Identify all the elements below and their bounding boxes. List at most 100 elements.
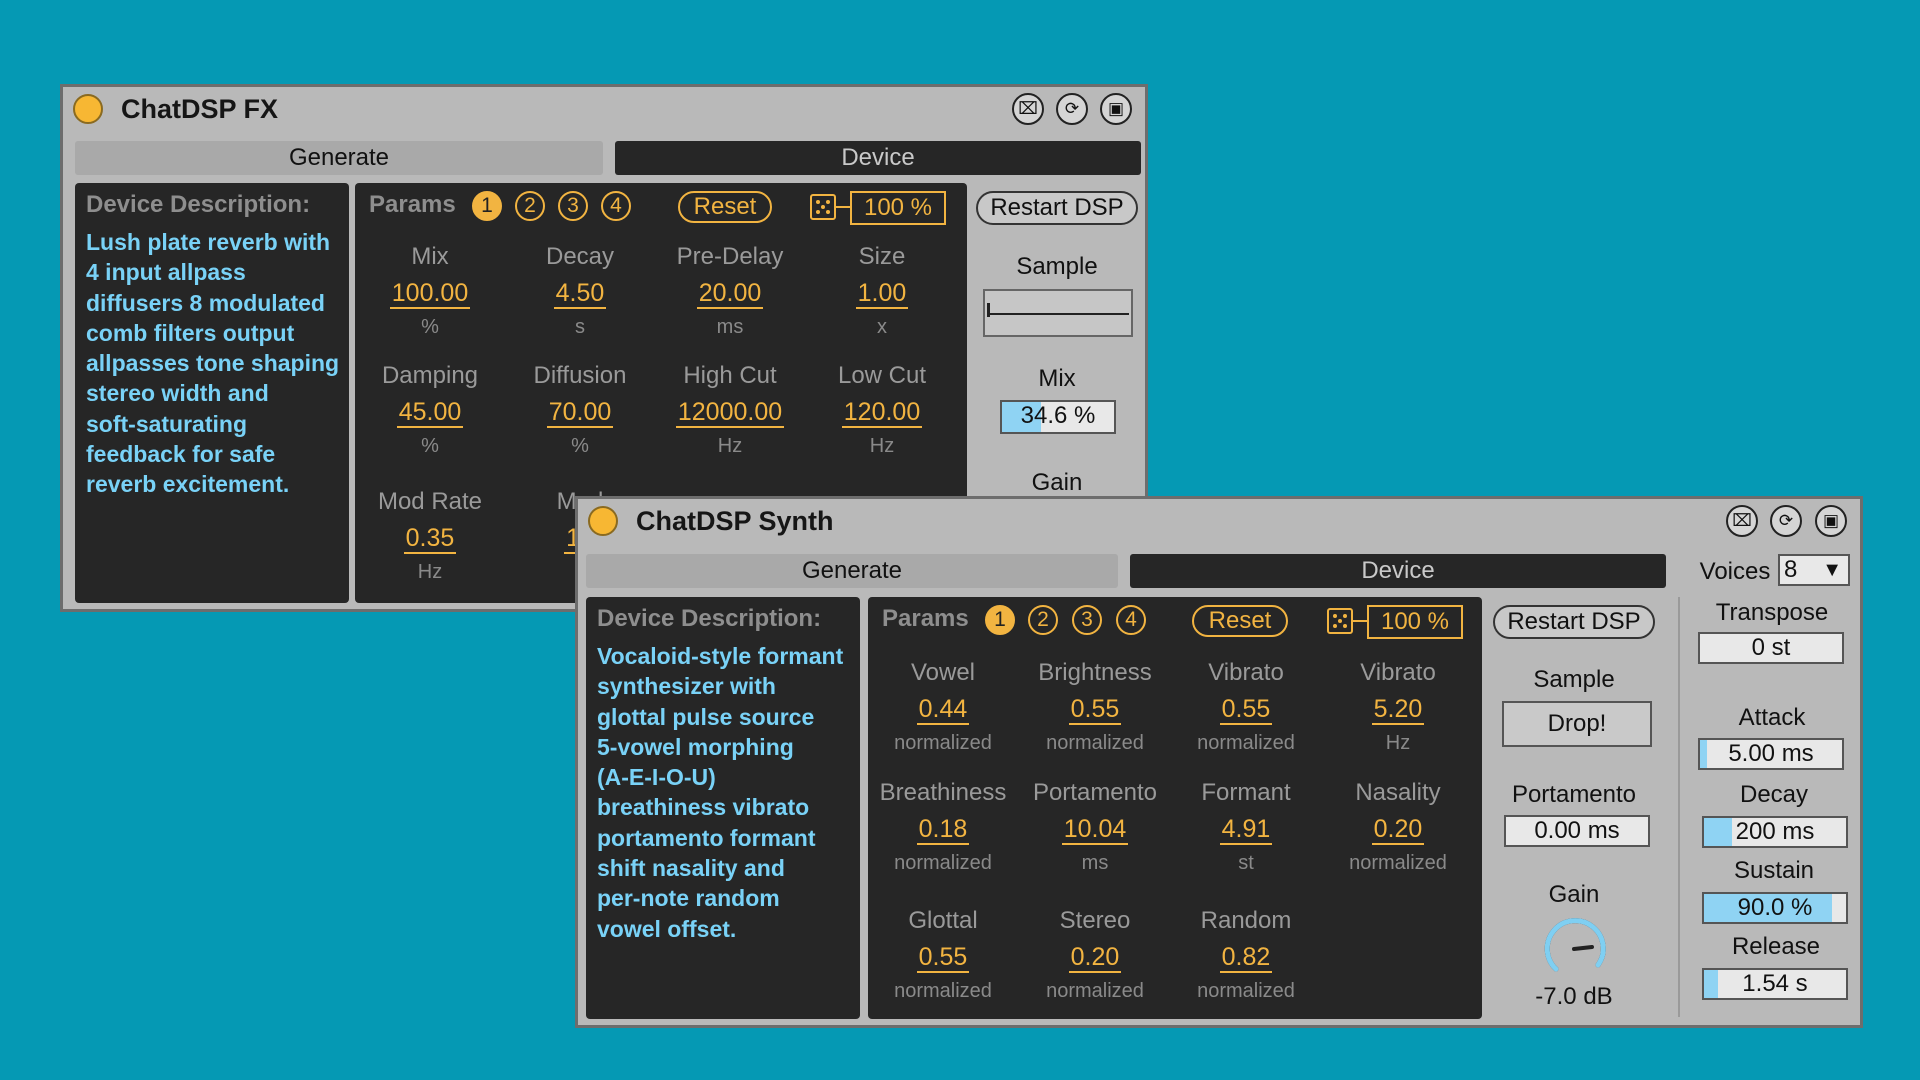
param-value[interactable]: 0.44 <box>916 695 970 725</box>
synth-param-brightness[interactable]: Brightness 0.55 normalized <box>1020 659 1170 755</box>
synth-reset-button[interactable]: Reset <box>1192 605 1288 637</box>
param-value[interactable]: 0.20 <box>1371 815 1425 845</box>
param-value[interactable]: 0.18 <box>916 815 970 845</box>
param-value[interactable]: 4.91 <box>1219 815 1273 845</box>
synth-random-amount-field[interactable]: 100 % <box>1367 605 1463 639</box>
param-value[interactable]: 0.55 <box>1068 695 1122 725</box>
synth-transpose-field[interactable]: 0 st <box>1698 632 1844 664</box>
synth-gain-knob[interactable] <box>1536 911 1616 981</box>
synth-portamento-label: Portamento <box>1511 781 1637 808</box>
param-value[interactable]: 100.00 <box>389 279 471 309</box>
synth-param-page-3[interactable]: 3 <box>1072 605 1102 635</box>
param-label: Stereo <box>1059 907 1131 934</box>
fx-param-page-2[interactable]: 2 <box>515 191 545 221</box>
synth-param-stereo[interactable]: Stereo 0.20 normalized <box>1020 907 1170 1003</box>
param-unit: x <box>877 316 887 338</box>
fx-refresh-icon[interactable]: ⟳ <box>1056 93 1088 125</box>
synth-device-power-toggle[interactable] <box>588 506 618 536</box>
synth-attack-field[interactable]: 5.00 ms <box>1698 738 1844 770</box>
param-unit: normalized <box>1046 980 1144 1002</box>
fx-param-mix[interactable]: Mix 100.00% <box>355 243 505 339</box>
fx-param-page-4[interactable]: 4 <box>601 191 631 221</box>
synth-tab-generate[interactable]: Generate <box>586 554 1118 588</box>
fx-description-line: reverb excitement. <box>86 471 290 498</box>
param-value[interactable]: 45.00 <box>396 398 464 428</box>
param-label: Vibrato <box>1208 659 1284 686</box>
param-value[interactable]: 10.04 <box>1061 815 1129 845</box>
synth-param-portamento[interactable]: Portamento 10.04 ms <box>1020 779 1170 875</box>
synth-title-bar[interactable]: ChatDSP Synth ⌧ ⟳ ▣ <box>578 499 1860 547</box>
synth-transpose-label: Transpose <box>1715 599 1829 626</box>
param-value[interactable]: 20.00 <box>696 279 764 309</box>
fx-title-bar[interactable]: ChatDSP FX ⌧ ⟳ ▣ <box>63 87 1145 135</box>
synth-param-formant[interactable]: Formant 4.91 st <box>1171 779 1321 875</box>
fx-tab-generate[interactable]: Generate <box>75 141 603 175</box>
synth-param-page-1[interactable]: 1 <box>985 605 1015 635</box>
synth-transpose-value: 0 st <box>1751 634 1791 661</box>
synth-description-line: (A-E-I-O-U) <box>597 764 716 791</box>
synth-hotswap-icon[interactable]: ⌧ <box>1726 505 1758 537</box>
param-value[interactable]: 5.20 <box>1371 695 1425 725</box>
fx-sample-display[interactable] <box>983 289 1133 337</box>
param-value[interactable]: 120.00 <box>841 398 923 428</box>
synth-param-page-2[interactable]: 2 <box>1028 605 1058 635</box>
synth-param-glottal[interactable]: Glottal 0.55 normalized <box>868 907 1018 1003</box>
fx-randomize-dice-icon[interactable] <box>810 194 836 220</box>
synth-param-random[interactable]: Random 0.82 normalized <box>1171 907 1321 1003</box>
synth-save-icon[interactable]: ▣ <box>1815 505 1847 537</box>
fx-save-icon[interactable]: ▣ <box>1100 93 1132 125</box>
synth-param-vibrato-depth[interactable]: Vibrato 0.55 normalized <box>1171 659 1321 755</box>
param-label: Low Cut <box>837 362 927 389</box>
param-unit: normalized <box>1197 980 1295 1002</box>
fx-param-damping[interactable]: Damping 45.00% <box>355 362 505 458</box>
param-value[interactable]: 0.55 <box>916 943 970 973</box>
fx-hotswap-icon[interactable]: ⌧ <box>1012 93 1044 125</box>
synth-sustain-field[interactable]: 90.0 % <box>1702 892 1848 924</box>
fx-restart-dsp-button[interactable]: Restart DSP <box>976 191 1138 225</box>
synth-randomize-dice-icon[interactable] <box>1327 608 1353 634</box>
synth-decay-field[interactable]: 200 ms <box>1702 816 1848 848</box>
param-value[interactable]: 70.00 <box>546 398 614 428</box>
param-value[interactable]: 1.00 <box>855 279 909 309</box>
param-label: Mix <box>411 243 449 270</box>
fx-param-page-1[interactable]: 1 <box>472 191 502 221</box>
synth-param-nasality[interactable]: Nasality 0.20 normalized <box>1323 779 1473 875</box>
fx-param-mod-rate[interactable]: Mod Rate 0.35 Hz <box>355 488 505 584</box>
synth-decay-label: Decay <box>1739 781 1809 808</box>
synth-sample-drop-zone[interactable]: Drop! <box>1502 701 1652 747</box>
param-value[interactable]: 0.82 <box>1219 943 1273 973</box>
fx-mix-field[interactable]: 34.6 % <box>1000 400 1116 434</box>
fx-param-size[interactable]: Size 1.00 x <box>807 243 957 339</box>
synth-random-amount-connector <box>1353 620 1367 622</box>
synth-param-vibrato-rate[interactable]: Vibrato 5.20 Hz <box>1323 659 1473 755</box>
synth-attack-value: 5.00 ms <box>1728 740 1814 767</box>
fx-param-decay[interactable]: Decay 4.50 s <box>505 243 655 339</box>
fx-reset-button[interactable]: Reset <box>678 191 772 223</box>
synth-param-vowel[interactable]: Vowel 0.44 normalized <box>868 659 1018 755</box>
fx-tab-device[interactable]: Device <box>615 141 1141 175</box>
fx-param-low-cut[interactable]: Low Cut 120.00 Hz <box>807 362 957 458</box>
fx-random-amount-field[interactable]: 100 % <box>850 191 946 225</box>
param-value[interactable]: 4.50 <box>553 279 607 309</box>
param-value[interactable]: 0.35 <box>403 524 457 554</box>
fx-param-diffusion[interactable]: Diffusion 70.00% <box>505 362 655 458</box>
synth-tab-device[interactable]: Device <box>1130 554 1666 588</box>
fx-param-page-3[interactable]: 3 <box>558 191 588 221</box>
synth-sustain-label: Sustain <box>1733 857 1815 884</box>
fx-param-pre-delay[interactable]: Pre-Delay 20.00 ms <box>655 243 805 339</box>
synth-voices-select[interactable]: 8 ▼ <box>1778 554 1850 586</box>
param-value[interactable]: 0.20 <box>1068 943 1122 973</box>
param-value[interactable]: 12000.00 <box>675 398 785 428</box>
fx-param-high-cut[interactable]: High Cut 12000.00 Hz <box>655 362 805 458</box>
synth-param-breathiness[interactable]: Breathiness 0.18 normalized <box>868 779 1018 875</box>
synth-portamento-field[interactable]: 0.00 ms <box>1504 815 1650 847</box>
synth-decay-fill <box>1704 818 1733 846</box>
fx-description-line: stereo width and <box>86 380 269 407</box>
synth-refresh-icon[interactable]: ⟳ <box>1770 505 1802 537</box>
synth-restart-dsp-button[interactable]: Restart DSP <box>1493 605 1655 639</box>
synth-release-field[interactable]: 1.54 s <box>1702 968 1848 1000</box>
param-value[interactable]: 0.55 <box>1219 695 1273 725</box>
synth-param-page-4[interactable]: 4 <box>1116 605 1146 635</box>
param-label: Random <box>1200 907 1292 934</box>
fx-device-power-toggle[interactable] <box>73 94 103 124</box>
